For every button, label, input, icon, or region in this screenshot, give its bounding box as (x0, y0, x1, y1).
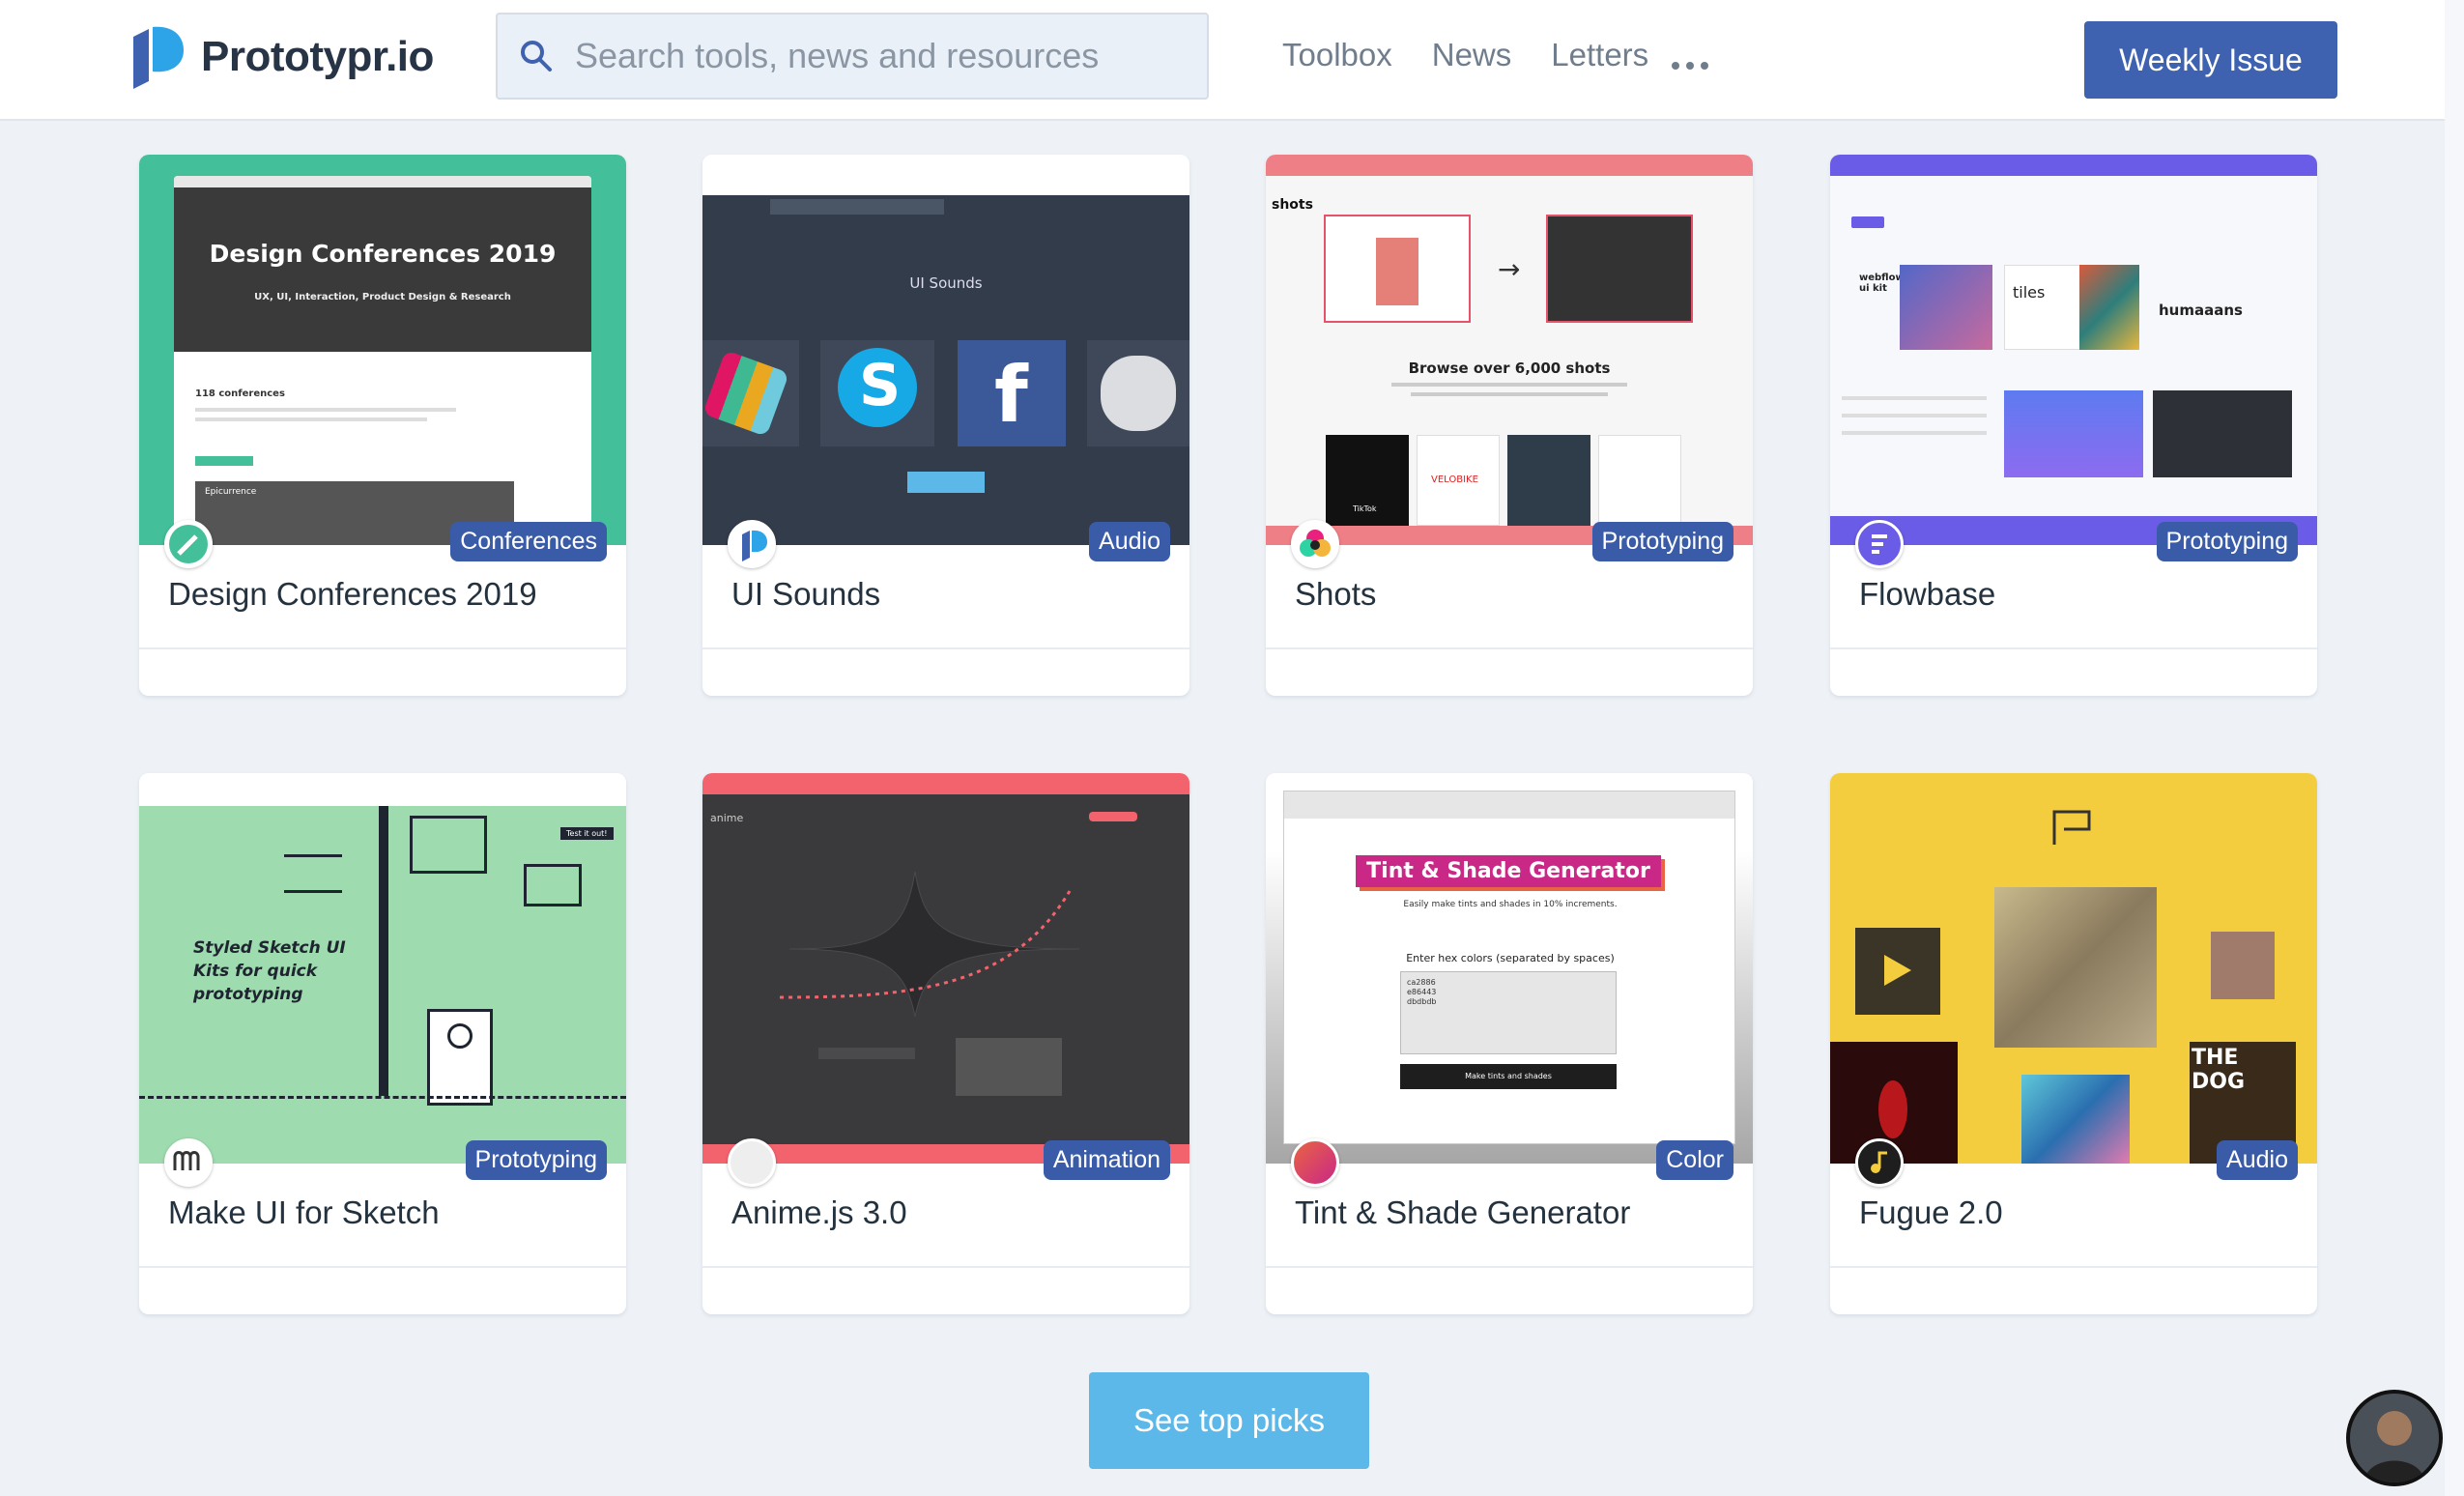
card-title[interactable]: Shots (1295, 576, 1376, 613)
search-input[interactable] (575, 27, 1193, 85)
preview-heading: UI Sounds (909, 274, 983, 292)
main-nav: Toolbox News Letters (1282, 37, 1688, 73)
top-header: Prototypr.io Toolbox News Letters Weekly… (0, 0, 2464, 121)
preview-subtitle: Easily make tints and shades in 10% incr… (1403, 900, 1618, 909)
tool-avatar (728, 520, 776, 568)
card-divider (1266, 1266, 1753, 1268)
card-title[interactable]: Tint & Shade Generator (1295, 1194, 1630, 1231)
preview-tile-tiles: tiles (2013, 283, 2046, 302)
preview-headline: Styled Sketch UI Kits for quick prototyp… (193, 938, 346, 1004)
card-thumbnail: Tint & Shade Generator Easily make tints… (1266, 773, 1753, 1164)
preview-count: 118 conferences (195, 388, 285, 399)
card-thumbnail: anime (702, 773, 1189, 1164)
preview-tag: TikTok (1353, 504, 1377, 513)
preview-hex-2: e86443 (1407, 988, 1437, 996)
card-divider (702, 1266, 1189, 1268)
see-top-picks-button[interactable]: See top picks (1089, 1372, 1369, 1469)
card-divider (1830, 1266, 2317, 1268)
tool-card-fugue[interactable]: THE DOG Audio Fugue 2.0 (1830, 773, 2317, 1314)
card-title[interactable]: Design Conferences 2019 (168, 576, 537, 613)
search-icon (521, 41, 552, 72)
brand-name: Prototypr.io (201, 33, 434, 80)
preview-heading: Browse over 6,000 shots (1408, 360, 1611, 377)
tool-avatar (1291, 520, 1339, 568)
tool-card-anime-js[interactable]: anime Animation Anime.js 3.0 (702, 773, 1189, 1314)
preview-event: Epicurrence (205, 487, 257, 497)
nav-letters[interactable]: Letters (1551, 37, 1648, 73)
card-divider (1266, 647, 1753, 649)
card-thumbnail: THE DOG (1830, 773, 2317, 1164)
category-badge[interactable]: Prototyping (1591, 522, 1733, 561)
preview-hex-1: ca2886 (1407, 978, 1436, 987)
preview-brand: VELOBIKE (1431, 475, 1478, 485)
search-bar[interactable] (496, 13, 1209, 100)
tool-avatar (1291, 1138, 1339, 1187)
nav-toolbox[interactable]: Toolbox (1282, 37, 1392, 73)
brand-logo[interactable]: Prototypr.io (128, 23, 434, 91)
preview-button: Make tints and shades (1400, 1064, 1617, 1089)
category-badge[interactable]: Audio (2217, 1140, 2298, 1180)
preview-album: THE DOG (2192, 1046, 2246, 1094)
chat-avatar[interactable] (2346, 1390, 2443, 1486)
card-thumbnail: Styled Sketch UI Kits for quick prototyp… (139, 773, 626, 1164)
category-badge[interactable]: Animation (1043, 1140, 1170, 1180)
card-thumbnail: webflow ui kit tiles humaaans (1830, 155, 2317, 545)
prototypr-logo-icon (133, 26, 184, 89)
preview-label: Enter hex colors (separated by spaces) (1406, 952, 1615, 964)
card-divider (702, 647, 1189, 649)
category-badge[interactable]: Audio (1089, 522, 1170, 561)
card-title[interactable]: Fugue 2.0 (1859, 1194, 2003, 1231)
tool-card-shots[interactable]: shots → Browse over 6,000 shots TikTok V… (1266, 155, 1753, 696)
preview-tile-humaaans: humaaans (2159, 302, 2243, 319)
card-thumbnail: UI Sounds S f (702, 155, 1189, 545)
card-title[interactable]: Flowbase (1859, 576, 1995, 613)
tool-avatar (728, 1138, 776, 1187)
card-title[interactable]: UI Sounds (731, 576, 880, 613)
category-badge[interactable]: Color (1656, 1140, 1733, 1180)
category-badge[interactable]: Prototyping (2156, 522, 2298, 561)
tool-card-flowbase[interactable]: webflow ui kit tiles humaaans Prototypin… (1830, 155, 2317, 696)
tool-avatar (1855, 1138, 1904, 1187)
preview-subtitle: UX, UI, Interaction, Product Design & Re… (254, 292, 511, 302)
preview-logo: anime (710, 812, 744, 824)
tool-card-ui-sounds[interactable]: UI Sounds S f Audio UI Sounds (702, 155, 1189, 696)
category-badge[interactable]: Conferences (450, 522, 607, 561)
weekly-issue-button[interactable]: Weekly Issue (2084, 21, 2337, 99)
tool-avatar (1855, 520, 1904, 568)
card-divider (1830, 647, 2317, 649)
tool-card-tint-shade[interactable]: Tint & Shade Generator Easily make tints… (1266, 773, 1753, 1314)
preview-button: Test it out! (560, 827, 614, 840)
category-badge[interactable]: Prototyping (465, 1140, 607, 1180)
card-divider (139, 647, 626, 649)
preview-logo: shots (1272, 197, 1313, 213)
card-thumbnail: shots → Browse over 6,000 shots TikTok V… (1266, 155, 1753, 545)
card-divider (139, 1266, 626, 1268)
tool-card-make-ui[interactable]: Styled Sketch UI Kits for quick prototyp… (139, 773, 626, 1314)
card-title[interactable]: Anime.js 3.0 (731, 1194, 907, 1231)
nav-news[interactable]: News (1432, 37, 1512, 73)
tool-avatar (164, 520, 213, 568)
tool-avatar (164, 1138, 213, 1187)
preview-heading: Design Conferences 2019 (209, 240, 557, 268)
preview-hex-3: dbdbdb (1407, 997, 1437, 1006)
preview-heading: Tint & Shade Generator (1356, 855, 1661, 887)
tool-card-design-conferences[interactable]: Design Conferences 2019 UX, UI, Interact… (139, 155, 626, 696)
card-thumbnail: Design Conferences 2019 UX, UI, Interact… (139, 155, 626, 545)
more-menu-icon[interactable] (1672, 62, 1715, 70)
card-title[interactable]: Make UI for Sketch (168, 1194, 440, 1231)
scrollbar[interactable] (2445, 0, 2464, 1496)
